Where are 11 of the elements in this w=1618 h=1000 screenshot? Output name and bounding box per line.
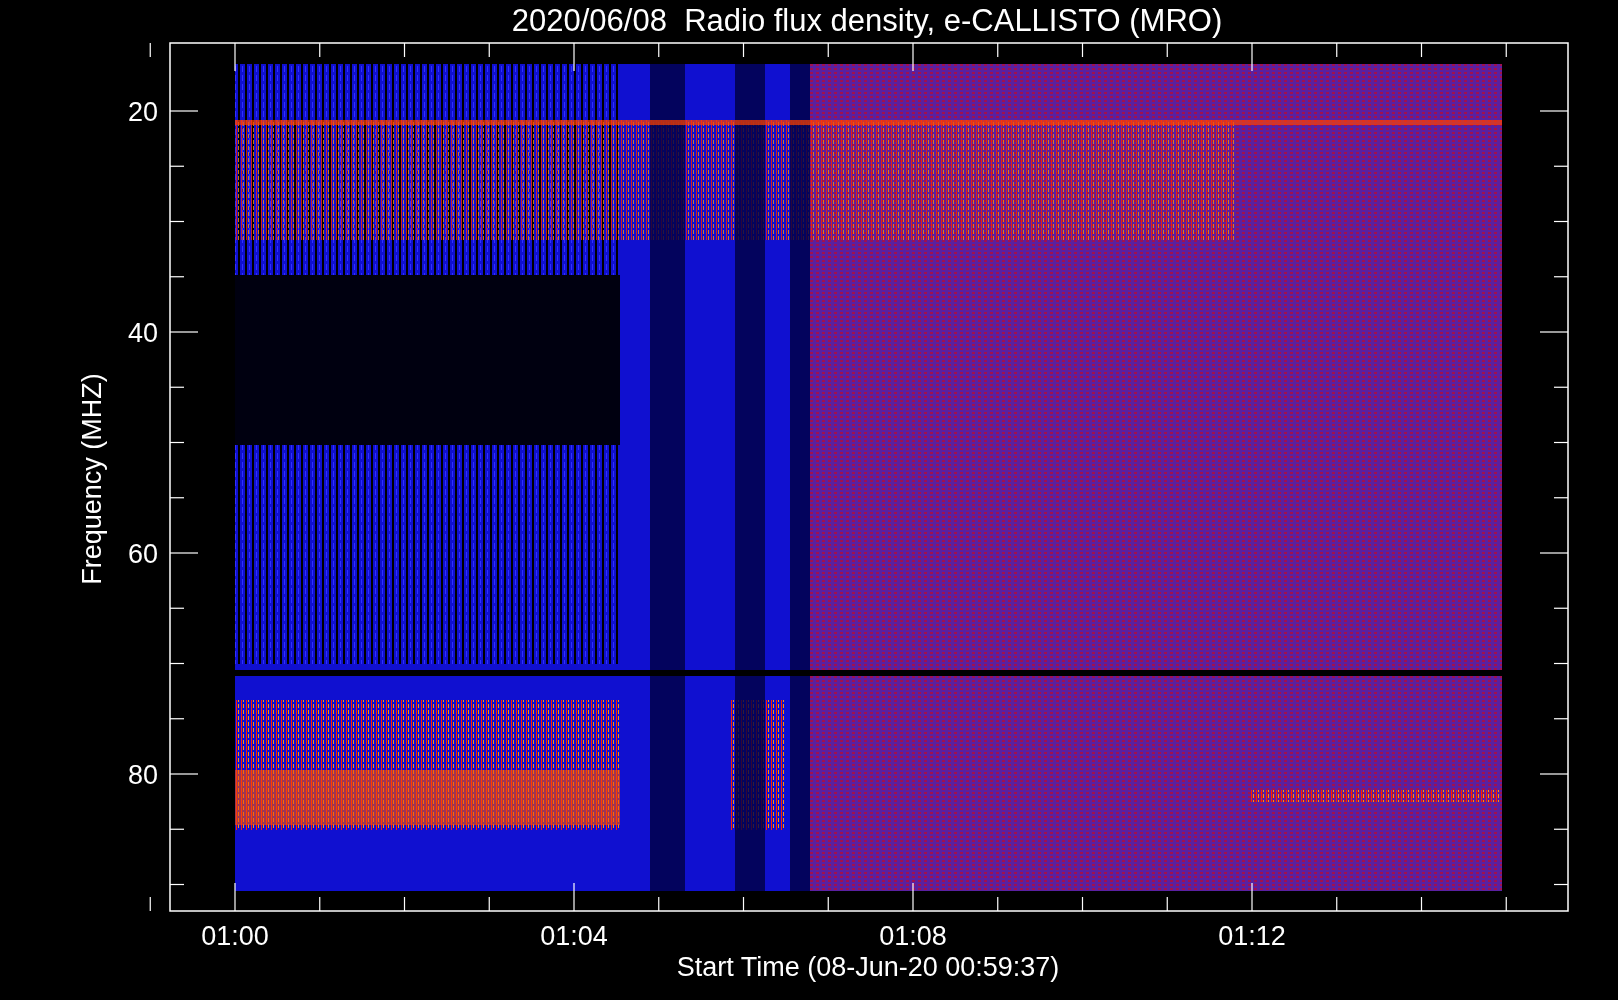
y-tick-label: 40 bbox=[127, 318, 158, 348]
x-tick-label: 01:12 bbox=[1218, 921, 1286, 951]
x-axis-label: Start Time (08-Jun-20 00:59:37) bbox=[676, 952, 1060, 982]
y-tick-label: 80 bbox=[127, 760, 158, 790]
x-tick-label: 01:00 bbox=[201, 921, 269, 951]
y-tick-label: 60 bbox=[127, 539, 158, 569]
chart-title: 2020/06/08 Radio flux density, e-CALLISTO (MRO) bbox=[511, 3, 1223, 38]
x-tick-label: 01:08 bbox=[879, 921, 947, 951]
y-axis-label: Frequency (MHZ) bbox=[77, 373, 107, 585]
x-tick-label: 01:04 bbox=[540, 921, 608, 951]
y-tick-label: 20 bbox=[127, 97, 158, 127]
